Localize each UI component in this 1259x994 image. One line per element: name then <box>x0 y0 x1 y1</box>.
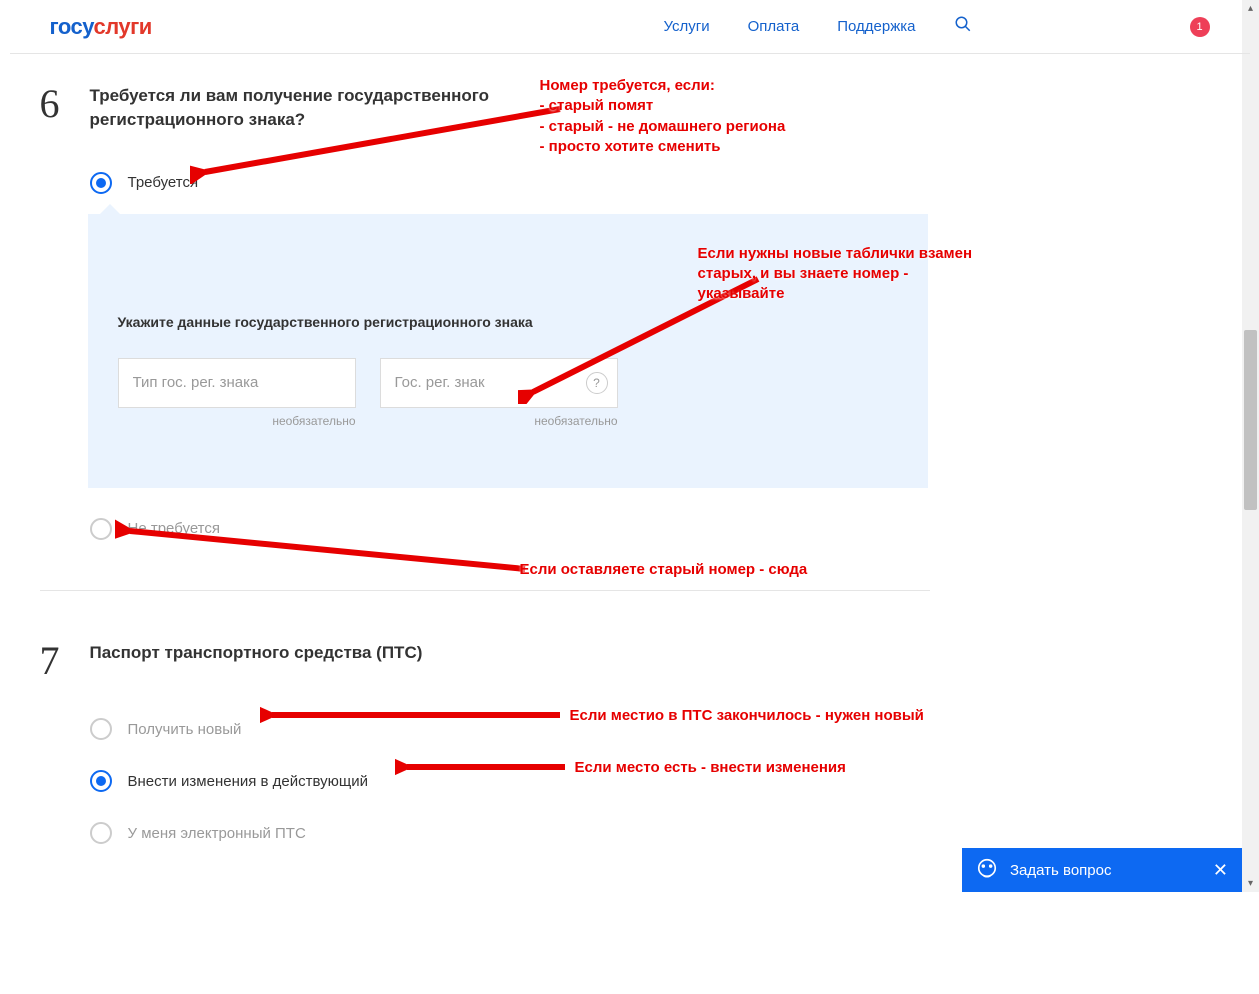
radio-not-required-label: Не требуется <box>128 520 221 537</box>
plate-type-input[interactable] <box>118 358 356 408</box>
section-divider <box>40 590 930 591</box>
section-7: 7 Паспорт транспортного средства (ПТС) П… <box>40 641 1210 865</box>
optional-label: необязательно <box>380 414 618 428</box>
chat-widget[interactable]: Задать вопрос ✕ <box>962 848 1242 892</box>
step-number-6: 6 <box>40 84 90 560</box>
annotation-required-reasons: Номер требуется, если: - старый помят - … <box>540 76 786 157</box>
radio-required-label: Требуется <box>128 174 199 191</box>
logo-part-1: госу <box>50 14 94 39</box>
radio-icon <box>90 822 112 844</box>
section-6: 6 Требуется ли вам получение государстве… <box>40 84 1210 560</box>
search-icon[interactable] <box>954 15 972 38</box>
radio-electronic-label: У меня электронный ПТС <box>128 825 306 842</box>
radio-amend-label: Внести изменения в действующий <box>128 773 369 790</box>
radio-icon <box>90 770 112 792</box>
plate-number-input[interactable] <box>380 358 618 408</box>
close-icon[interactable]: ✕ <box>1213 860 1228 881</box>
main-nav: Услуги Оплата Поддержка 1 <box>663 15 1209 38</box>
radio-icon <box>90 518 112 540</box>
help-icon[interactable]: ? <box>586 372 608 394</box>
panel-title: Укажите данные государственного регистра… <box>118 314 898 330</box>
annotation-new-plates: Если нужны новые таблички взамен старых,… <box>698 244 998 305</box>
step-number-7: 7 <box>40 641 90 865</box>
radio-icon <box>90 718 112 740</box>
radio-get-new-label: Получить новый <box>128 721 242 738</box>
logo-part-2: слуги <box>93 14 151 39</box>
registration-data-panel: Если нужны новые таблички взамен старых,… <box>88 214 928 488</box>
annotation-pts-amend: Если место есть - внести изменения <box>575 758 846 778</box>
notification-badge[interactable]: 1 <box>1190 17 1210 37</box>
nav-services[interactable]: Услуги <box>663 18 709 35</box>
headset-icon <box>976 857 998 883</box>
section-6-title: Требуется ли вам получение государственн… <box>90 84 520 132</box>
nav-payment[interactable]: Оплата <box>748 18 800 35</box>
annotation-pts-full: Если местио в ПТС закончилось - нужен но… <box>570 706 924 726</box>
header: госуслуги Услуги Оплата Поддержка 1 <box>10 0 1250 54</box>
logo[interactable]: госуслуги <box>50 14 152 40</box>
nav-support[interactable]: Поддержка <box>837 18 915 35</box>
radio-not-required[interactable]: Не требуется <box>90 518 1210 540</box>
section-7-title: Паспорт транспортного средства (ПТС) <box>90 641 520 665</box>
optional-label: необязательно <box>118 414 356 428</box>
chat-label: Задать вопрос <box>1010 862 1111 879</box>
radio-required[interactable]: Требуется <box>90 172 1210 194</box>
radio-electronic-pts[interactable]: У меня электронный ПТС <box>90 822 1210 844</box>
annotation-keep-old: Если оставляете старый номер - сюда <box>520 560 808 580</box>
radio-icon <box>90 172 112 194</box>
